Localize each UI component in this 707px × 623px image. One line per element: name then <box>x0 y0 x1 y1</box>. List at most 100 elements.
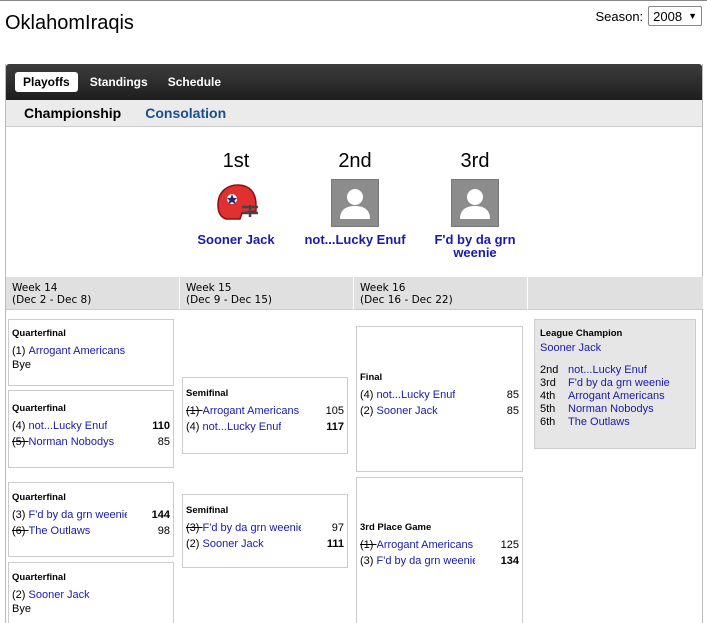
team-link[interactable]: Sooner Jack <box>203 536 264 552</box>
team-score: 85 <box>506 405 519 417</box>
team-link[interactable]: Sooner Jack <box>29 587 90 603</box>
bye-label: Bye <box>12 603 31 615</box>
team-score: 105 <box>325 405 344 417</box>
team-link[interactable]: Arrogant Americans <box>568 390 665 403</box>
matchup-title: Quarterfinal <box>12 328 66 339</box>
final-standing-row: 2nd not...Lucky Enuf <box>540 364 690 377</box>
team-score: 110 <box>152 420 170 432</box>
team-score: 98 <box>157 525 170 537</box>
team-link[interactable]: Arrogant Americans <box>377 537 474 553</box>
matchup-title: Semifinal <box>186 388 229 399</box>
team-link[interactable]: Norman Nobodys <box>29 434 115 450</box>
matchup-team-row: (2) Sooner Jack 85 <box>360 403 519 419</box>
team-link[interactable]: Norman Nobodys <box>568 403 654 416</box>
team-link[interactable]: F'd by da grn weenie <box>568 377 670 390</box>
team-seed: (2) <box>186 538 200 550</box>
season-picker: Season: 2008 ▼ <box>595 6 702 26</box>
team-seed: (6) <box>12 525 26 537</box>
person-icon[interactable] <box>451 179 499 227</box>
final-standing-row: 6th The Outlaws <box>540 416 690 429</box>
matchup-title: Final <box>360 372 383 383</box>
tab-schedule[interactable]: Schedule <box>160 72 229 92</box>
team-seed: (3) <box>360 555 374 567</box>
subtab-consolation[interactable]: Consolation <box>145 105 226 121</box>
champion-title: League Champion <box>540 328 623 339</box>
matchup-title: Quarterfinal <box>12 492 66 503</box>
team-score: 144 <box>151 509 170 521</box>
week-header: Week 15 (Dec 9 - Dec 15) <box>180 277 354 310</box>
team-link[interactable]: F'd by da grn weenie <box>29 507 127 523</box>
standing-rank: 4th <box>540 390 556 402</box>
bye-label: Bye <box>12 359 31 371</box>
team-link[interactable]: not...Lucky Enuf <box>29 418 108 434</box>
week-header: Week 16 (Dec 16 - Dec 22) <box>354 277 528 310</box>
matchup-team-row: (3) F'd by da grn weenie 97 <box>186 520 344 536</box>
team-score: 85 <box>506 389 519 401</box>
team-link[interactable]: Arrogant Americans <box>29 343 126 359</box>
team-score: 111 <box>326 538 344 550</box>
place-rank: 3rd <box>460 150 490 172</box>
subtab-championship[interactable]: Championship <box>24 105 121 121</box>
matchup-quarterfinal: Quarterfinal (4) not...Lucky Enuf 110 (5… <box>8 390 174 468</box>
matchup-quarterfinal: Quarterfinal (3) F'd by da grn weenie 14… <box>8 482 174 557</box>
tab-playoffs[interactable]: Playoffs <box>15 72 78 92</box>
matchup-team-row: (4) not...Lucky Enuf 110 <box>12 418 170 434</box>
team-seed: (1) <box>12 345 26 357</box>
matchup-team-row: (6) The Outlaws 98 <box>12 523 170 539</box>
champion-team-link[interactable]: Sooner Jack <box>540 342 690 354</box>
week-name: Week 14 <box>12 282 58 294</box>
team-seed: (3) <box>12 509 26 521</box>
team-link[interactable]: not...Lucky Enuf <box>568 364 647 377</box>
matchup-title: Quarterfinal <box>12 403 66 414</box>
matchup-team-row: (1) Arrogant Americans <box>12 343 170 359</box>
team-seed: (4) <box>360 389 374 401</box>
week-name: Week 16 <box>360 282 406 294</box>
matchup-semifinal: Semifinal (3) F'd by da grn weenie 97 (2… <box>182 494 348 568</box>
week-name: Week 15 <box>186 282 232 294</box>
team-seed: (5) <box>12 436 26 448</box>
place-rank: 1st <box>222 150 250 172</box>
dropdown-arrow-icon: ▼ <box>688 11 697 21</box>
podium-second: 2nd not...Lucky Enuf <box>295 150 415 246</box>
team-score: 125 <box>500 539 519 551</box>
matchup-team-row: (4) not...Lucky Enuf 85 <box>360 387 519 403</box>
playoffs-panel: Playoffs Standings Schedule Championship… <box>5 64 704 623</box>
league-champion-box: League Champion Sooner Jack 2nd not...Lu… <box>534 319 696 449</box>
final-standing-row: 3rd F'd by da grn weenie <box>540 377 690 390</box>
team-score: 134 <box>500 555 519 567</box>
person-icon[interactable] <box>331 179 379 227</box>
team-seed: (2) <box>12 589 26 601</box>
week-dates: (Dec 16 - Dec 22) <box>360 294 453 306</box>
final-standing-row: 5th Norman Nobodys <box>540 403 690 416</box>
podium-team[interactable]: not...Lucky Enuf <box>295 233 415 246</box>
matchup-team-row: (3) F'd by da grn weenie 134 <box>360 553 519 569</box>
team-score: 85 <box>157 436 170 448</box>
team-link[interactable]: The Outlaws <box>29 523 91 539</box>
season-select[interactable]: 2008 ▼ <box>648 6 702 26</box>
podium-team[interactable]: F'd by da grn weenie <box>415 233 535 259</box>
team-link[interactable]: F'd by da grn weenie <box>377 553 475 569</box>
matchup-team-row: (1) Arrogant Americans 125 <box>360 537 519 553</box>
team-link[interactable]: not...Lucky Enuf <box>203 419 282 435</box>
team-link[interactable]: F'd by da grn weenie <box>203 520 301 536</box>
matchup-title: Semifinal <box>186 505 229 516</box>
tab-standings[interactable]: Standings <box>82 72 156 92</box>
team-link[interactable]: Sooner Jack <box>377 403 438 419</box>
team-score: 117 <box>326 421 344 433</box>
team-link[interactable]: The Outlaws <box>568 416 630 429</box>
team-link[interactable]: not...Lucky Enuf <box>377 387 456 403</box>
matchup-team-row: (2) Sooner Jack 111 <box>186 536 344 552</box>
podium-team[interactable]: Sooner Jack <box>176 233 296 246</box>
matchup-semifinal: Semifinal (1) Arrogant Americans 105 (4)… <box>182 377 348 454</box>
week-dates: (Dec 2 - Dec 8) <box>12 294 92 306</box>
main-nav: Playoffs Standings Schedule <box>6 64 702 100</box>
league-title: OklahomIraqis <box>5 12 134 34</box>
matchup-team-row: (5) Norman Nobodys 85 <box>12 434 170 450</box>
helmet-icon[interactable] <box>212 179 260 227</box>
standing-rank: 5th <box>540 403 556 415</box>
podium-first: 1st Sooner Jack <box>176 150 296 246</box>
standing-rank: 6th <box>540 416 556 428</box>
matchup-quarterfinal: Quarterfinal (1) Arrogant Americans Bye <box>8 319 174 386</box>
matchup-team-row: (1) Arrogant Americans 105 <box>186 403 344 419</box>
team-link[interactable]: Arrogant Americans <box>203 403 300 419</box>
